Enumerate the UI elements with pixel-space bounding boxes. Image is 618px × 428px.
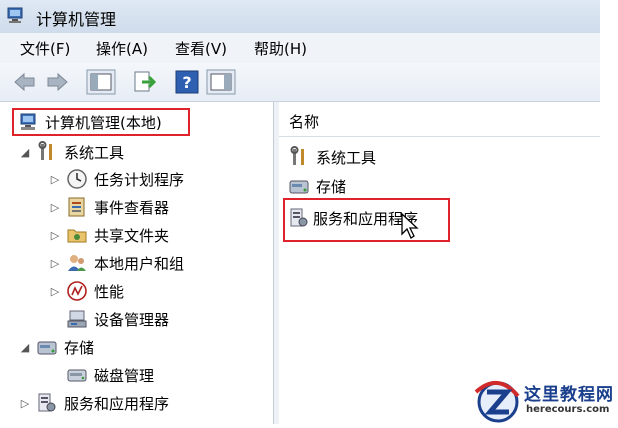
- tree-label: 磁盘管理: [94, 366, 155, 385]
- help-icon[interactable]: ?: [174, 69, 200, 95]
- title-bar: 计算机管理: [0, 0, 600, 33]
- tree-item-storage[interactable]: ◢ 存储: [18, 334, 94, 360]
- storage-icon: [288, 175, 310, 197]
- list-item-storage[interactable]: 存储: [288, 173, 346, 199]
- menu-action[interactable]: 操作(A): [96, 38, 148, 59]
- tree-item-services-apps[interactable]: ▷ 服务和应用程序: [18, 390, 169, 416]
- tools-icon: [36, 141, 58, 163]
- tree-label: 系统工具: [64, 143, 125, 162]
- tree-label: 事件查看器: [94, 198, 170, 217]
- back-arrow-icon[interactable]: [12, 69, 38, 95]
- column-header-name[interactable]: 名称: [279, 104, 600, 137]
- expand-arrow-icon[interactable]: ▷: [48, 200, 62, 214]
- services-icon: [36, 392, 58, 414]
- mouse-cursor-icon: [400, 212, 420, 244]
- tree-label: 本地用户和组: [94, 254, 185, 273]
- menu-view[interactable]: 查看(V): [175, 38, 227, 59]
- users-icon: [66, 252, 88, 274]
- expand-arrow-icon[interactable]: ▷: [48, 172, 62, 186]
- show-hide-console-tree-icon[interactable]: [86, 69, 116, 95]
- list-item-label: 存储: [316, 177, 347, 196]
- computer-management-icon: [6, 7, 26, 25]
- selection-highlight-box: [283, 198, 450, 242]
- window-edge: [600, 0, 618, 424]
- tree-item-computer-management[interactable]: 计算机管理(本地): [12, 108, 190, 136]
- window-title: 计算机管理: [36, 10, 117, 29]
- tree-label: 共享文件夹: [94, 226, 170, 245]
- list-item-system-tools[interactable]: 系统工具: [288, 144, 376, 170]
- tree-item-device-manager[interactable]: 设备管理器: [66, 306, 169, 332]
- shared-folder-icon: [66, 224, 88, 246]
- disk-management-icon: [66, 364, 88, 386]
- show-hide-action-pane-icon[interactable]: [206, 69, 236, 95]
- tree-label: 计算机管理(本地): [45, 113, 162, 132]
- collapse-arrow-icon[interactable]: ◢: [18, 145, 32, 159]
- menu-bar: 文件(F) 操作(A) 查看(V) 帮助(H): [0, 33, 600, 64]
- computer-management-icon: [18, 111, 40, 133]
- forward-arrow-icon[interactable]: [44, 69, 70, 95]
- watermark-logo: 这里教程网 herecours.com: [472, 378, 618, 424]
- tree-item-event-viewer[interactable]: ▷ 事件查看器: [48, 194, 169, 220]
- performance-icon: [66, 280, 88, 302]
- tree-label: 性能: [94, 282, 125, 301]
- svg-text:?: ?: [182, 73, 191, 92]
- expand-arrow-icon[interactable]: ▷: [48, 228, 62, 242]
- collapse-arrow-icon[interactable]: ◢: [18, 340, 32, 354]
- tree-label: 服务和应用程序: [64, 394, 170, 413]
- tree-item-performance[interactable]: ▷ 性能: [48, 278, 124, 304]
- tree-item-local-users[interactable]: ▷ 本地用户和组: [48, 250, 184, 276]
- tree-item-task-scheduler[interactable]: ▷ 任务计划程序: [48, 166, 184, 192]
- export-list-icon[interactable]: [132, 69, 158, 95]
- tree-label: 任务计划程序: [94, 170, 185, 189]
- tree-item-disk-management[interactable]: 磁盘管理: [66, 362, 154, 388]
- menu-file[interactable]: 文件(F): [20, 38, 70, 59]
- tree-item-system-tools[interactable]: ◢ 系统工具: [18, 139, 124, 165]
- expand-arrow-icon[interactable]: ▷: [48, 284, 62, 298]
- toolbar: ?: [0, 63, 600, 102]
- tree-item-shared-folders[interactable]: ▷ 共享文件夹: [48, 222, 169, 248]
- expand-arrow-icon[interactable]: ▷: [18, 396, 32, 410]
- clock-icon: [66, 168, 88, 190]
- watermark-title: 这里教程网: [524, 385, 614, 405]
- tree-label: 设备管理器: [94, 310, 170, 329]
- watermark-emblem-icon: [474, 381, 520, 423]
- tree-label: 存储: [64, 338, 95, 357]
- list-item-label: 系统工具: [316, 148, 377, 167]
- storage-icon: [36, 336, 58, 358]
- device-manager-icon: [66, 308, 88, 330]
- watermark-url: herecours.com: [526, 404, 610, 415]
- column-header-label: 名称: [289, 113, 320, 131]
- menu-help[interactable]: 帮助(H): [254, 38, 307, 59]
- tools-icon: [288, 146, 310, 168]
- expand-arrow-icon[interactable]: ▷: [48, 256, 62, 270]
- event-viewer-icon: [66, 196, 88, 218]
